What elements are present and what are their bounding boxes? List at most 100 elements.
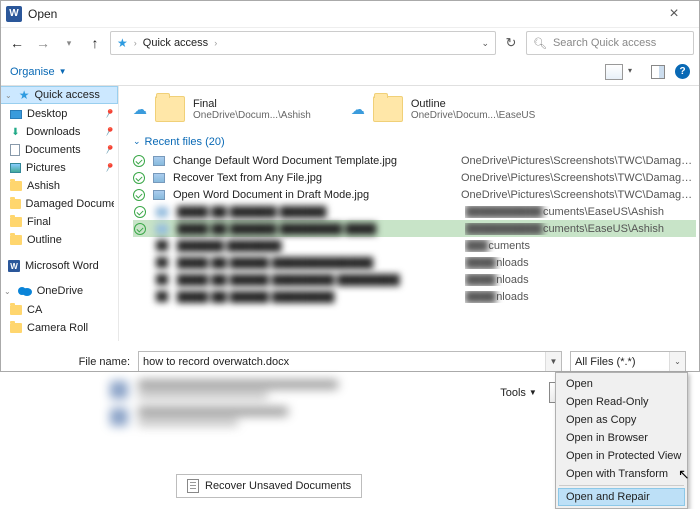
folder-icon	[10, 235, 22, 245]
sidebar-msword[interactable]: WMicrosoft Word	[0, 257, 118, 275]
documents-icon	[10, 144, 20, 156]
menu-open-browser[interactable]: Open in Browser	[558, 429, 685, 447]
dialog-title: Open	[28, 7, 57, 21]
address-bar[interactable]: ★ › Quick access › ⌄	[110, 31, 496, 55]
sidebar-item-pictures[interactable]: Pictures📍	[0, 159, 118, 177]
file-icon	[156, 240, 168, 251]
back-button[interactable]: ←	[6, 32, 28, 54]
image-file-icon	[153, 190, 165, 200]
sidebar-onedrive[interactable]: ⌄OneDrive	[0, 282, 118, 300]
sidebar-item-camera-roll[interactable]: Camera Roll	[0, 319, 118, 337]
search-icon: 🔍︎	[533, 37, 547, 50]
preview-pane-button[interactable]	[651, 65, 665, 79]
file-icon	[156, 274, 168, 285]
chevron-down-icon: ⌄	[133, 136, 141, 147]
file-row[interactable]: ████ ██ █████ ████████ ████████ ████nloa…	[133, 271, 696, 288]
close-button[interactable]: ×	[654, 5, 694, 23]
search-placeholder: Search Quick access	[553, 37, 656, 49]
folder-icon	[10, 305, 22, 315]
chevron-down-icon: ⌄	[5, 91, 12, 100]
file-row[interactable]: ████ ██ ██████ ████████ ████ ██████████c…	[133, 220, 696, 237]
desktop-icon	[10, 110, 22, 119]
folder-icon	[10, 323, 22, 333]
file-row[interactable]: Change Default Word Document Template.jp…	[133, 152, 696, 169]
sidebar-item-downloads[interactable]: ⬇Downloads📍	[0, 123, 118, 141]
folder-icon	[10, 199, 21, 209]
view-options-button[interactable]	[605, 64, 623, 80]
file-row[interactable]: ████ ██ █████ █████████████ ████nloads	[133, 254, 696, 271]
sidebar-item-documents[interactable]: Documents📍	[0, 141, 118, 159]
image-file-icon	[156, 207, 168, 217]
word-app-icon: W	[6, 6, 22, 22]
file-row[interactable]: Open Word Document in Draft Mode.jpg One…	[133, 186, 696, 203]
sidebar-item-damaged[interactable]: Damaged Document	[0, 195, 118, 213]
address-location: Quick access	[143, 37, 208, 49]
pin-icon: 📍	[101, 160, 116, 175]
file-icon	[156, 257, 168, 268]
filename-label: File name:	[72, 356, 130, 368]
folder-icon	[10, 217, 22, 227]
up-button[interactable]: ↑	[84, 32, 106, 54]
toolbar: Organise▼ ?	[0, 58, 700, 86]
menu-open-repair[interactable]: Open and Repair	[558, 488, 685, 506]
address-dropdown-icon[interactable]: ⌄	[481, 38, 489, 49]
open-dropdown-menu: Open Open Read-Only Open as Copy Open in…	[555, 372, 688, 509]
folder-icon	[373, 96, 403, 122]
titlebar: W Open ×	[0, 0, 700, 28]
sidebar-quick-access[interactable]: ⌄ ★ Quick access	[0, 86, 118, 104]
quick-access-icon: ★	[117, 36, 128, 50]
file-row[interactable]: ████ ██ ██████ ██████ ██████████cuments\…	[133, 203, 696, 220]
sidebar-item-outline[interactable]: Outline	[0, 231, 118, 249]
synced-icon	[133, 155, 145, 167]
pin-icon: 📍	[101, 106, 116, 121]
pictures-icon	[10, 163, 21, 173]
file-row[interactable]: Recover Text from Any File.jpg OneDrive\…	[133, 169, 696, 186]
folder-icon	[10, 181, 22, 191]
recent-files-header[interactable]: ⌄ Recent files (20)	[119, 132, 700, 152]
filename-history-dropdown[interactable]: ▼	[545, 352, 561, 371]
folder-icon	[155, 96, 185, 122]
refresh-button[interactable]: ↻	[500, 35, 522, 51]
frequent-folder-outline[interactable]: ☁ Outline OneDrive\Docum...\EaseUS	[351, 96, 536, 122]
downloads-icon: ⬇	[10, 127, 21, 138]
onedrive-icon	[18, 286, 32, 296]
sidebar-item-final[interactable]: Final	[0, 213, 118, 231]
chevron-down-icon: ⌄	[4, 287, 11, 296]
cloud-icon: ☁	[351, 101, 365, 118]
navigation-bar: ← → ▾ ↑ ★ › Quick access › ⌄ ↻ 🔍︎ Search…	[0, 28, 700, 58]
synced-icon	[134, 206, 146, 218]
synced-icon	[133, 189, 145, 201]
image-file-icon	[153, 173, 165, 183]
file-row[interactable]: ██████ ███████ ███cuments	[133, 237, 696, 254]
menu-open-readonly[interactable]: Open Read-Only	[558, 393, 685, 411]
cloud-icon: ☁	[133, 101, 147, 118]
file-view: ☁ Final OneDrive\Docum...\Ashish ☁ Outli…	[119, 86, 700, 341]
star-icon: ★	[19, 88, 30, 102]
recover-unsaved-button[interactable]: Recover Unsaved Documents	[176, 474, 362, 498]
menu-open-copy[interactable]: Open as Copy	[558, 411, 685, 429]
document-icon	[187, 479, 199, 493]
filename-input[interactable]: how to record overwatch.docx ▼	[138, 351, 562, 372]
help-button[interactable]: ?	[675, 64, 690, 79]
organise-menu[interactable]: Organise▼	[10, 66, 67, 78]
menu-open-protected[interactable]: Open in Protected View	[558, 447, 685, 465]
forward-button[interactable]: →	[32, 32, 54, 54]
file-row[interactable]: ████ ██ █████ ████████ ████nloads	[133, 288, 696, 305]
frequent-folder-final[interactable]: ☁ Final OneDrive\Docum...\Ashish	[133, 96, 311, 122]
sidebar-item-desktop[interactable]: Desktop📍	[0, 105, 118, 123]
sidebar-item-ca[interactable]: CA	[0, 301, 118, 319]
menu-open-transform[interactable]: Open with Transform	[558, 465, 685, 483]
word-icon: W	[8, 260, 20, 272]
search-input[interactable]: 🔍︎ Search Quick access	[526, 31, 694, 55]
pin-icon: 📍	[101, 124, 116, 139]
file-type-filter[interactable]: All Files (*.*) ⌄	[570, 351, 686, 372]
image-file-icon	[153, 156, 165, 166]
filter-dropdown-icon[interactable]: ⌄	[669, 352, 685, 371]
sidebar-item-ashish[interactable]: Ashish	[0, 177, 118, 195]
menu-divider	[559, 485, 684, 486]
image-file-icon	[156, 224, 168, 234]
recent-locations-button[interactable]: ▾	[58, 32, 80, 54]
synced-icon	[134, 223, 146, 235]
synced-icon	[133, 172, 145, 184]
menu-open[interactable]: Open	[558, 375, 685, 393]
